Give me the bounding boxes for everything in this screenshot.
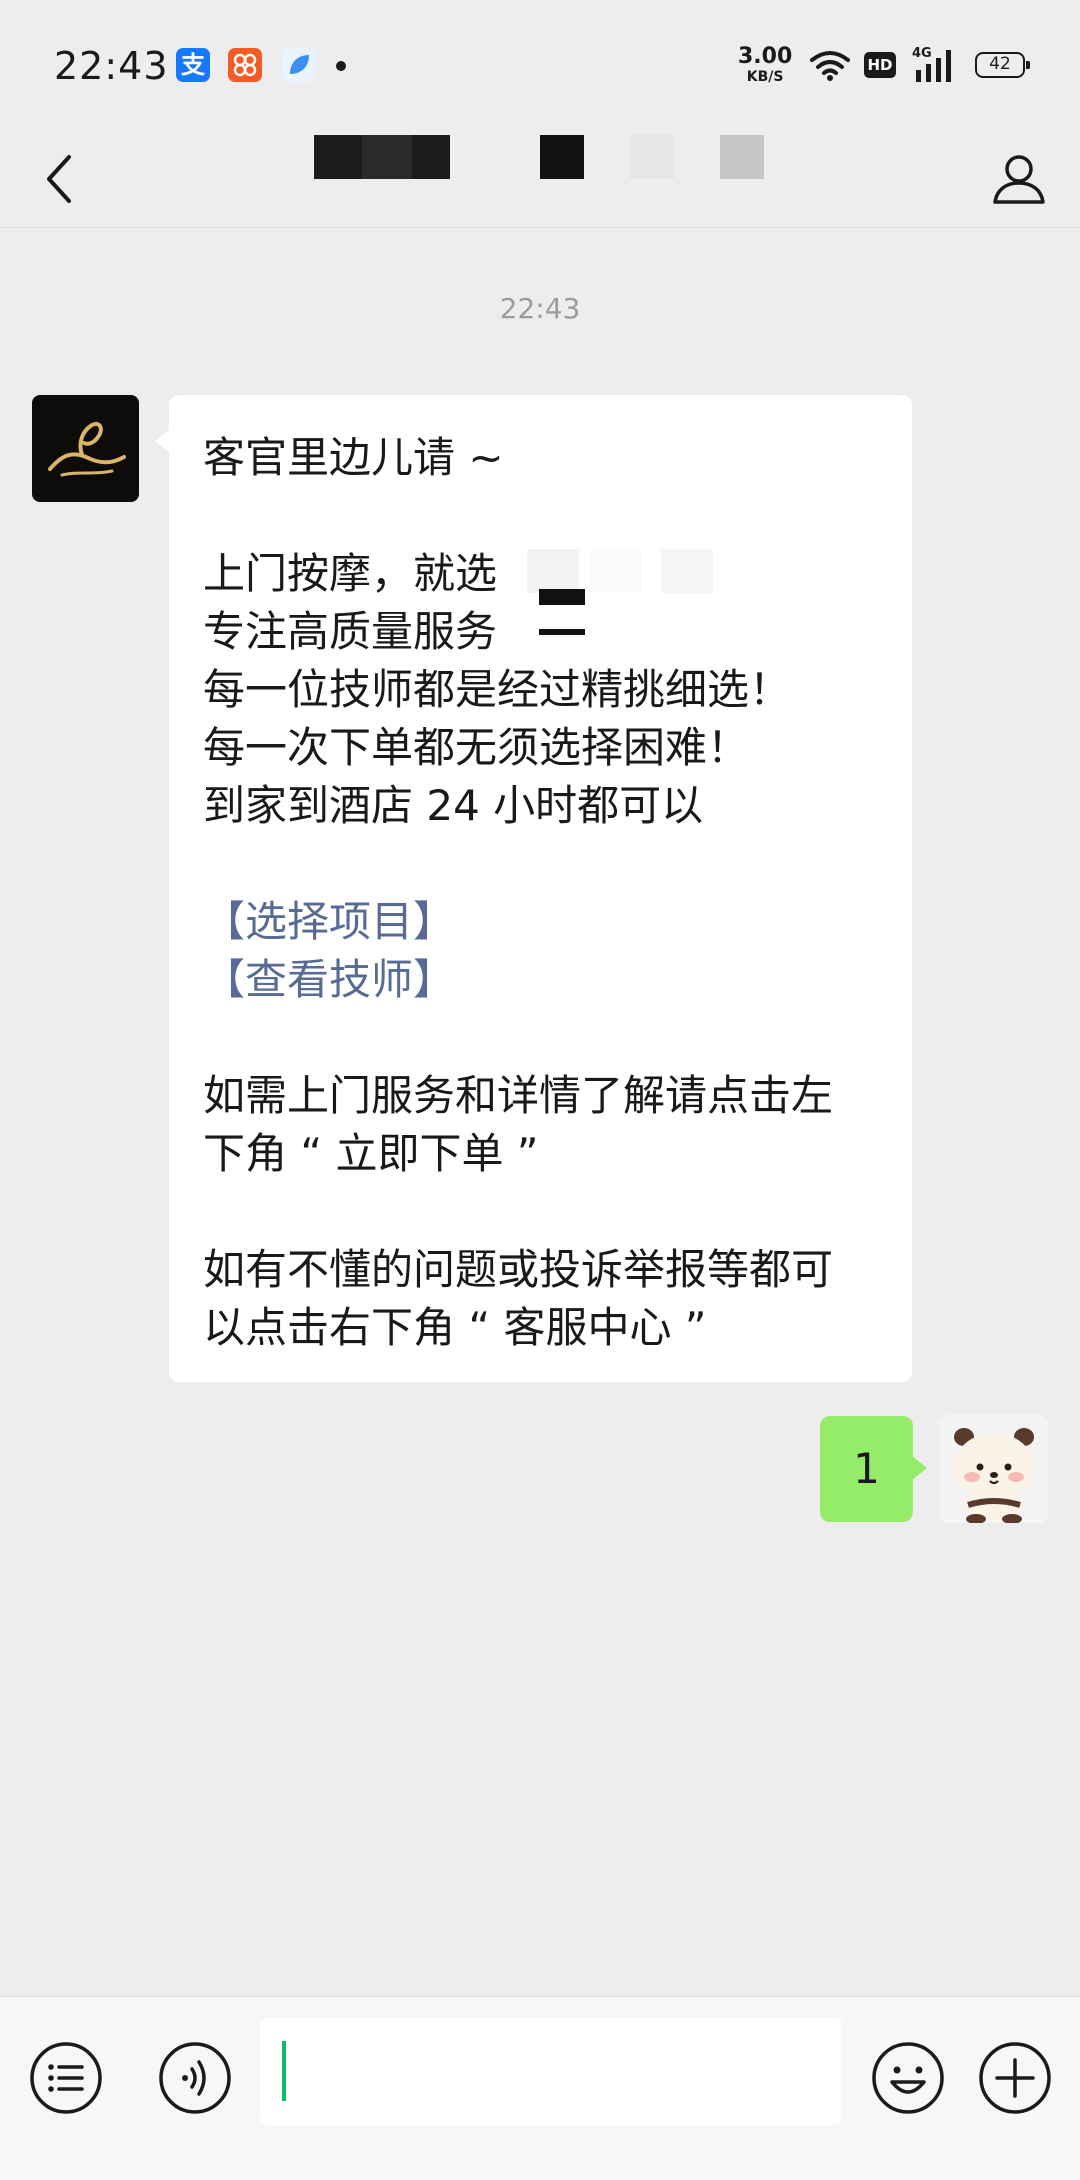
- message-line: 到家到酒店 24 小时都可以: [203, 781, 704, 830]
- wifi-icon: [810, 51, 850, 81]
- message-input[interactable]: [260, 2017, 842, 2125]
- chat-input-bar: [0, 1996, 1080, 2180]
- message-line: 每一次下单都无须选择困难！: [203, 723, 750, 772]
- message-timestamp: 22:43: [499, 292, 581, 325]
- more-functions-button[interactable]: [977, 2040, 1053, 2116]
- message-line: 下角 “ 立即下单 ”: [203, 1129, 539, 1178]
- chat-header: [0, 130, 1080, 228]
- outgoing-message-bubble[interactable]: 1: [820, 1416, 927, 1522]
- redaction-block: [527, 549, 579, 593]
- emoji-icon: [872, 2042, 944, 2114]
- status-bar: 22:43 支 3.00 KB/S HD 4G 42: [0, 0, 1080, 130]
- taobao-style-app-icon: [228, 48, 262, 82]
- person-icon: [993, 155, 1045, 204]
- battery-icon: 42: [975, 52, 1030, 78]
- redaction-block: [501, 605, 591, 629]
- redaction-block: [661, 549, 713, 593]
- redaction-block: [589, 549, 641, 593]
- message-line: 如有不懂的问题或投诉举报等都可: [203, 1245, 834, 1294]
- incoming-message-bubble[interactable]: 客官里边儿请 ~ 上门按摩，就选 专注高质量服务 每一位技师都是经过精挑细选！ …: [155, 395, 912, 1382]
- user-avatar[interactable]: [940, 1415, 1048, 1523]
- message-line: 如需上门服务和详情了解请点击左: [203, 1071, 834, 1120]
- voice-icon: [159, 2042, 231, 2114]
- view-technician-link[interactable]: 【查看技师】: [203, 951, 455, 1009]
- text-caret: [282, 2041, 286, 2101]
- chat-profile-button[interactable]: [984, 130, 1054, 228]
- back-button[interactable]: [30, 130, 90, 228]
- emoji-button[interactable]: [870, 2040, 946, 2116]
- message-line: 以点击右下角 “ 客服中心 ”: [203, 1303, 707, 1352]
- brand-logo-icon: [48, 422, 126, 477]
- official-account-avatar[interactable]: [32, 395, 139, 502]
- hd-icon: HD: [864, 52, 896, 78]
- alipay-icon: 支: [176, 48, 210, 82]
- select-project-link[interactable]: 【选择项目】: [203, 893, 455, 951]
- cellular-signal-icon: 4G: [912, 46, 962, 82]
- menu-toggle-button[interactable]: [28, 2040, 104, 2116]
- network-speed: 3.00 KB/S: [738, 44, 793, 85]
- voice-input-button[interactable]: [157, 2040, 233, 2116]
- notification-dot: [336, 61, 346, 71]
- chevron-left-icon: [47, 155, 71, 203]
- list-menu-icon: [30, 2042, 102, 2114]
- status-time: 22:43: [54, 44, 169, 88]
- plus-icon: [979, 2042, 1051, 2114]
- blue-leaf-app-icon: [282, 48, 316, 82]
- message-line: 客官里边儿请 ~: [203, 433, 504, 482]
- bear-sticker-icon: [954, 1428, 1034, 1523]
- message-line: 每一位技师都是经过精挑细选！: [203, 665, 792, 714]
